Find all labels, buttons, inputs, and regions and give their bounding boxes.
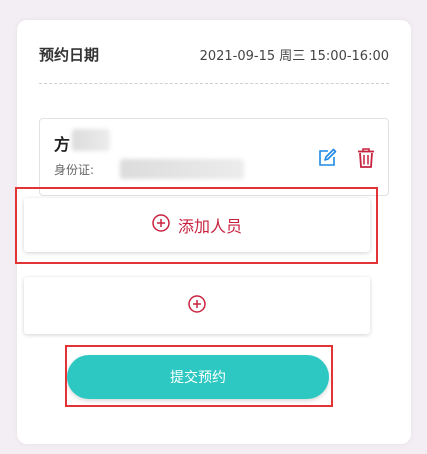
plus-circle-icon	[188, 294, 206, 317]
person-name: 方	[54, 135, 71, 154]
edit-icon[interactable]	[317, 148, 337, 168]
redacted-name	[72, 129, 110, 151]
booking-date-row: 预约日期 2021-09-15 周三 15:00-16:00	[39, 44, 389, 68]
trash-icon[interactable]	[356, 147, 376, 169]
redacted-id-number	[120, 159, 244, 179]
booking-date-value: 2021-09-15 周三 15:00-16:00	[199, 49, 389, 64]
dashed-divider	[39, 83, 389, 84]
booking-date-label: 预约日期	[39, 46, 100, 64]
id-card-label: 身份证:	[54, 163, 95, 177]
highlight-box-submit	[65, 345, 333, 407]
highlight-box-add-person	[15, 187, 378, 264]
add-button[interactable]	[24, 277, 370, 334]
person-card: 方 身份证:	[39, 118, 389, 196]
